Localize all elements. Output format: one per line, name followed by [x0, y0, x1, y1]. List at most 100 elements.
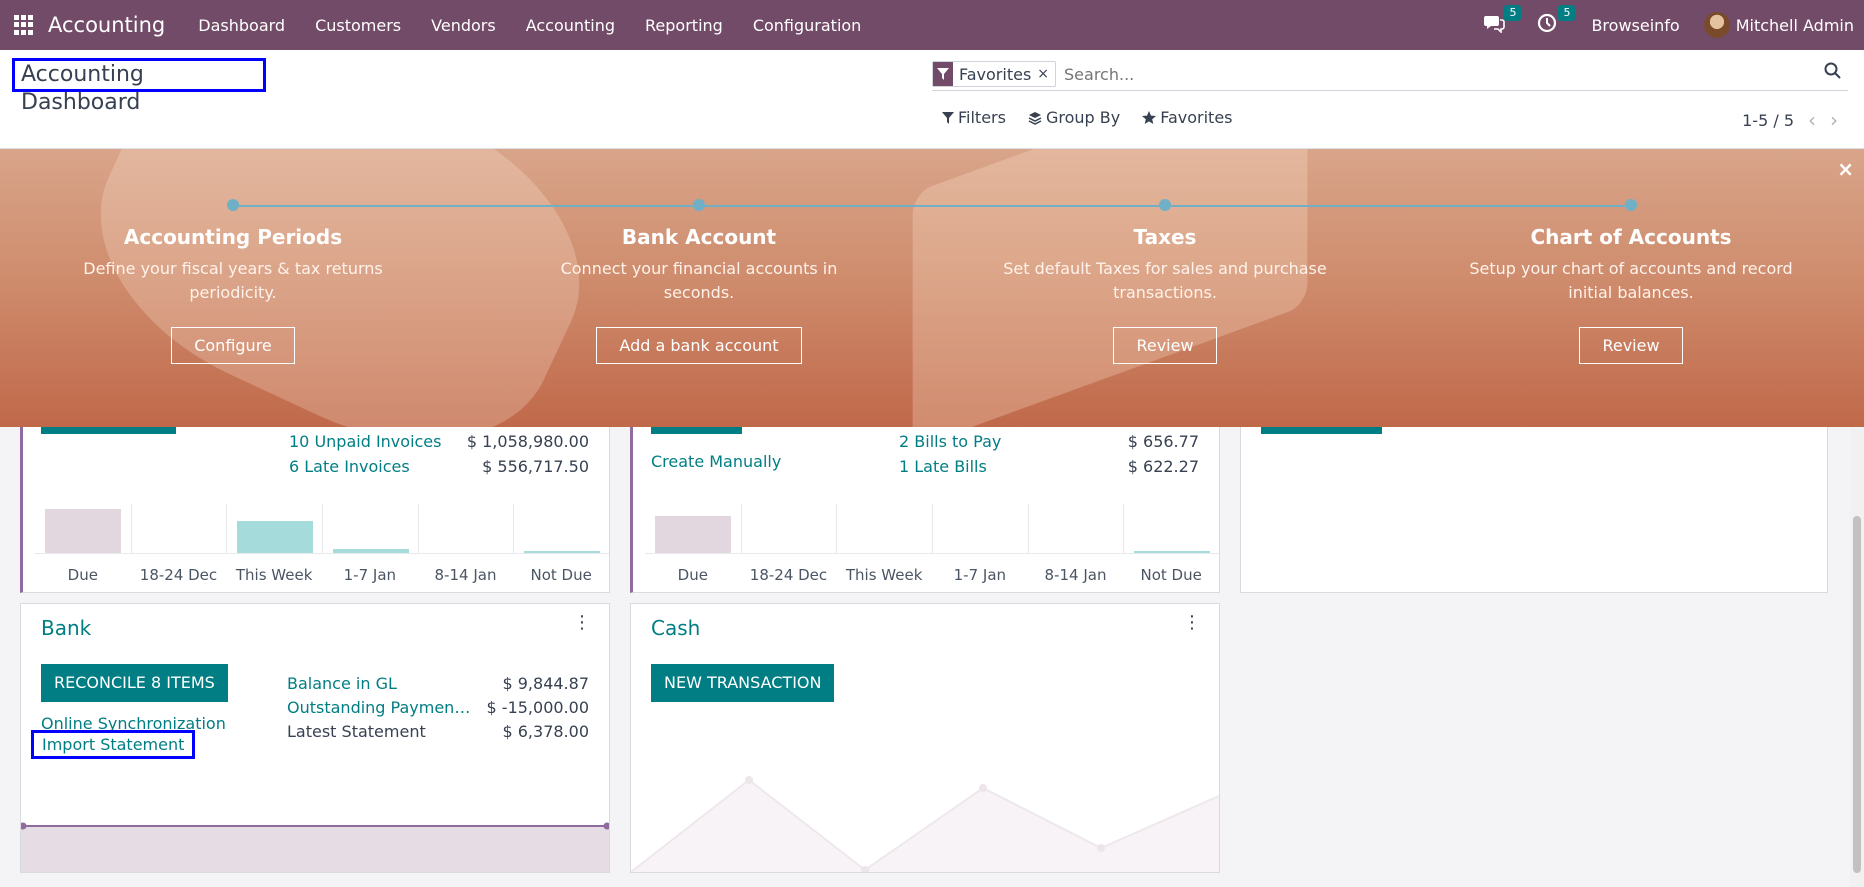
purchase-graph-label: Due: [677, 566, 708, 584]
facet-remove-icon[interactable]: ×: [1037, 66, 1055, 82]
step-title: Accounting Periods: [123, 225, 343, 249]
purchase-graph-column: [836, 504, 933, 554]
step-description: Connect your financial accounts in secon…: [560, 259, 838, 302]
step-description: Define your fiscal years & tax returns p…: [83, 259, 383, 302]
app-menu-icon[interactable]: [14, 15, 34, 35]
bills-to-pay-link[interactable]: 2 Bills to Pay: [899, 432, 1001, 451]
search-facet: Favorites ×: [932, 61, 1057, 87]
chat-icon: [1484, 16, 1506, 34]
bank-line-graph[interactable]: [21, 818, 609, 872]
filter-icon: [933, 62, 953, 86]
review-taxes-button[interactable]: Review: [1113, 327, 1217, 364]
user-avatar[interactable]: [1703, 12, 1730, 38]
purchase-graph-baseline: [645, 553, 1219, 554]
step-title: Chart of Accounts: [1530, 225, 1732, 249]
activities-button[interactable]: 5: [1537, 5, 1576, 37]
balance-gl-value: $ 9,844.87: [502, 674, 589, 693]
sales-graph-column: [322, 504, 419, 554]
menu-reporting[interactable]: Reporting: [645, 16, 723, 35]
sales-bar-graph[interactable]: Due 18-24 Dec This Week 1-7 Jan 8-14 Jan Not …: [35, 498, 609, 590]
onboarding-timeline: [233, 205, 1631, 207]
activities-badge: 5: [1558, 5, 1576, 21]
user-menu[interactable]: Mitchell Admin: [1736, 16, 1854, 35]
search-input[interactable]: [1062, 63, 1824, 85]
step-accounting-periods: Accounting Periods Define your fiscal ye…: [68, 225, 398, 364]
close-icon[interactable]: ×: [1837, 157, 1854, 181]
bank-journal-card: Bank ⋮ RECONCILE 8 ITEMS Online Synchron…: [20, 603, 610, 873]
purchase-graph-column: [932, 504, 1029, 554]
facet-label: Favorites: [959, 64, 1032, 84]
late-invoices-link[interactable]: 6 Late Invoices: [289, 457, 410, 476]
purchase-bar-graph[interactable]: Due 18-24 Dec This Week 1-7 Jan 8-14 Jan Not …: [645, 498, 1219, 590]
layers-icon: [1028, 111, 1042, 125]
step-title: Taxes: [1133, 225, 1197, 249]
late-bills-link[interactable]: 1 Late Bills: [899, 457, 987, 476]
cash-line-graph[interactable]: [631, 744, 1219, 872]
favorites-label: Favorites: [1160, 108, 1233, 127]
onboarding-banner: Accounting Periods Define your fiscal ye…: [0, 149, 1864, 427]
scrollbar-thumb[interactable]: [1853, 516, 1861, 873]
groupby-button[interactable]: Group By: [1028, 108, 1120, 127]
sales-graph-label: Not Due: [530, 566, 592, 584]
configure-button[interactable]: Configure: [171, 327, 295, 364]
sales-graph-baseline: [35, 553, 609, 554]
favorites-button[interactable]: Favorites: [1142, 108, 1233, 127]
cash-card-title[interactable]: Cash: [651, 616, 700, 640]
cash-journal-card: Cash ⋮ NEW TRANSACTION: [630, 603, 1220, 873]
late-invoices-value: $ 556,717.50: [482, 457, 589, 476]
app-brand[interactable]: Accounting: [48, 13, 165, 37]
sales-graph-label: Due: [67, 566, 98, 584]
pager-next-icon[interactable]: ›: [1830, 108, 1838, 132]
latest-statement-value: $ 6,378.00: [502, 722, 589, 741]
outstanding-payments-link[interactable]: Outstanding Paymen…: [287, 698, 470, 717]
reconcile-button[interactable]: RECONCILE 8 ITEMS: [41, 664, 228, 702]
sales-graph-label: This Week: [235, 566, 313, 584]
search-bar: Favorites ×: [932, 58, 1848, 91]
purchase-graph-label: 1-7 Jan: [953, 566, 1007, 584]
pager-value[interactable]: 1-5 / 5: [1742, 111, 1794, 130]
menu-customers[interactable]: Customers: [315, 16, 401, 35]
menu-vendors[interactable]: Vendors: [431, 16, 496, 35]
purchase-graph-column: [740, 504, 838, 554]
menu-dashboard[interactable]: Dashboard: [198, 16, 285, 35]
search-icon[interactable]: [1824, 62, 1848, 86]
company-switcher[interactable]: Browseinfo: [1591, 16, 1679, 35]
purchase-graph-column: [645, 504, 741, 554]
add-bank-account-button[interactable]: Add a bank account: [596, 327, 802, 364]
unpaid-invoices-link[interactable]: 10 Unpaid Invoices: [289, 432, 441, 451]
messages-button[interactable]: 5: [1483, 5, 1522, 37]
purchase-graph-label: Not Due: [1140, 566, 1202, 584]
new-transaction-button[interactable]: NEW TRANSACTION: [651, 664, 835, 702]
sales-graph-column: [226, 504, 323, 554]
purchase-graph-bar[interactable]: [654, 516, 732, 554]
step-description: Setup your chart of accounts and record …: [1469, 259, 1793, 302]
filters-button[interactable]: Filters: [942, 108, 1006, 127]
create-manually-link[interactable]: Create Manually: [651, 452, 781, 471]
step-dot: [1159, 199, 1171, 211]
pager-previous-icon[interactable]: ‹: [1808, 108, 1816, 132]
bank-card-title[interactable]: Bank: [41, 616, 91, 640]
control-panel: Accounting Dashboard Favorites × Filters…: [0, 50, 1864, 149]
purchase-graph-label: 8-14 Jan: [1044, 566, 1107, 584]
sales-graph-column: [35, 504, 131, 554]
step-dot: [227, 199, 239, 211]
purchase-graph-column: [1123, 504, 1220, 554]
sales-graph-column: [130, 504, 228, 554]
sales-graph-bar[interactable]: [236, 521, 314, 554]
sales-graph-label: 8-14 Jan: [434, 566, 497, 584]
bank-card-menu-icon[interactable]: ⋮: [573, 614, 591, 632]
latest-statement-label: Latest Statement: [287, 722, 426, 741]
review-chart-button[interactable]: Review: [1579, 327, 1683, 364]
star-icon: [1142, 110, 1157, 124]
purchase-graph-label: This Week: [845, 566, 923, 584]
sales-graph-bar[interactable]: [44, 509, 122, 554]
page-scrollbar[interactable]: [1850, 428, 1864, 887]
cash-card-menu-icon[interactable]: ⋮: [1183, 614, 1201, 632]
step-dot: [693, 199, 705, 211]
menu-accounting[interactable]: Accounting: [526, 16, 615, 35]
balance-gl-link[interactable]: Balance in GL: [287, 674, 397, 693]
menu-configuration[interactable]: Configuration: [753, 16, 862, 35]
step-chart-of-accounts: Chart of Accounts Setup your chart of ac…: [1466, 225, 1796, 364]
import-statement-link[interactable]: Import Statement: [31, 730, 196, 759]
top-navbar: Accounting Dashboard Customers Vendors A…: [0, 0, 1864, 50]
